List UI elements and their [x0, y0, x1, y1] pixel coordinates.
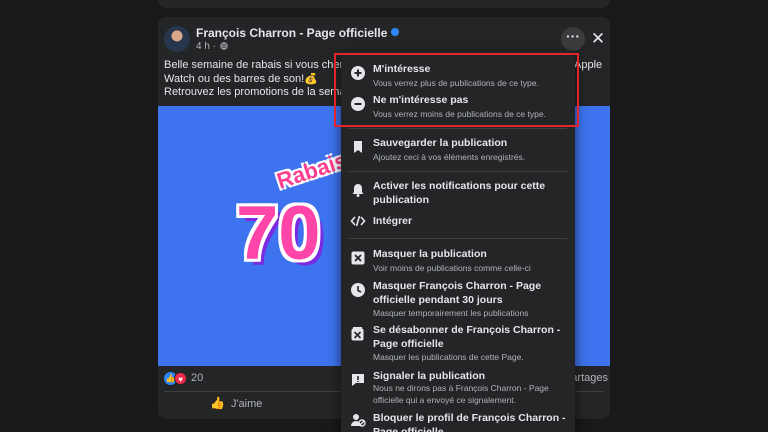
more-options-button[interactable]: ···	[561, 27, 585, 51]
menu-item-title: Activer les notifications pour cette pub…	[373, 180, 546, 206]
love-reaction-icon: ♥	[174, 372, 187, 385]
close-icon[interactable]: ✕	[588, 27, 608, 51]
reaction-count: 20	[191, 372, 204, 384]
bell-icon	[352, 184, 364, 197]
globe-icon	[220, 42, 228, 50]
clock-icon	[351, 283, 365, 297]
menu-item-subtitle: Nous ne dirons pas à François Charron - …	[373, 383, 549, 405]
bookmark-icon	[354, 141, 362, 153]
author-name[interactable]: François Charron - Page officielle	[196, 26, 387, 40]
menu-item-title: Sauvegarder la publication	[373, 137, 508, 149]
menu-item-subtitle: Masquer les publications de cette Page.	[373, 352, 524, 362]
unfollow-icon	[351, 327, 364, 341]
menu-item-title: Se désabonner de François Charron - Page…	[373, 324, 561, 350]
menu-item-subtitle: Masquer temporairement les publications	[373, 308, 529, 318]
thumbs-up-icon: 👍	[210, 396, 225, 410]
hide-box-icon	[351, 251, 365, 265]
image-promo-word: Rabais	[273, 147, 351, 194]
block-profile-icon	[351, 414, 366, 427]
menu-separator	[349, 171, 567, 172]
menu-item-title: Masquer la publication	[373, 248, 487, 260]
menu-item-notifications[interactable]: Activer les notifications pour cette pub…	[341, 178, 575, 208]
shares-count[interactable]: artages	[571, 372, 608, 384]
menu-item-block-profile[interactable]: Bloquer le profil de François Charron - …	[341, 410, 575, 432]
verified-badge-icon	[391, 28, 400, 36]
code-icon	[350, 215, 366, 227]
menu-item-embed[interactable]: Intégrer	[341, 213, 575, 231]
menu-item-report[interactable]: Signaler la publication Nous ne dirons p…	[341, 368, 575, 410]
menu-separator	[349, 238, 567, 239]
post-author[interactable]: François Charron - Page officielle	[196, 26, 400, 40]
menu-item-title: Intégrer	[373, 215, 413, 227]
menu-item-unfollow[interactable]: Se désabonner de François Charron - Page…	[341, 322, 575, 364]
avatar[interactable]	[164, 26, 190, 52]
report-icon	[352, 374, 364, 386]
post-meta: 4 h ·	[196, 41, 228, 52]
menu-item-title: Bloquer le profil de François Charron - …	[373, 412, 566, 432]
post-timestamp[interactable]: 4 h ·	[196, 41, 216, 52]
menu-item-hide-post[interactable]: Masquer la publication Voir moins de pub…	[341, 246, 575, 276]
menu-item-subtitle: Ajoutez ceci à vos éléments enregistrés.	[373, 152, 526, 162]
like-button[interactable]: 👍 J'aime	[210, 396, 262, 410]
menu-separator	[349, 128, 567, 129]
highlight-box	[334, 53, 579, 127]
previous-post-edge	[158, 0, 610, 8]
menu-item-save[interactable]: Sauvegarder la publication Ajoutez ceci …	[341, 135, 575, 165]
image-promo-number: 70	[236, 191, 321, 276]
menu-item-subtitle: Voir moins de publications comme celle-c…	[373, 263, 531, 273]
like-label: J'aime	[230, 398, 263, 410]
menu-item-snooze[interactable]: Masquer François Charron - Page officiel…	[341, 278, 575, 320]
menu-item-title: Masquer François Charron - Page officiel…	[373, 280, 542, 306]
